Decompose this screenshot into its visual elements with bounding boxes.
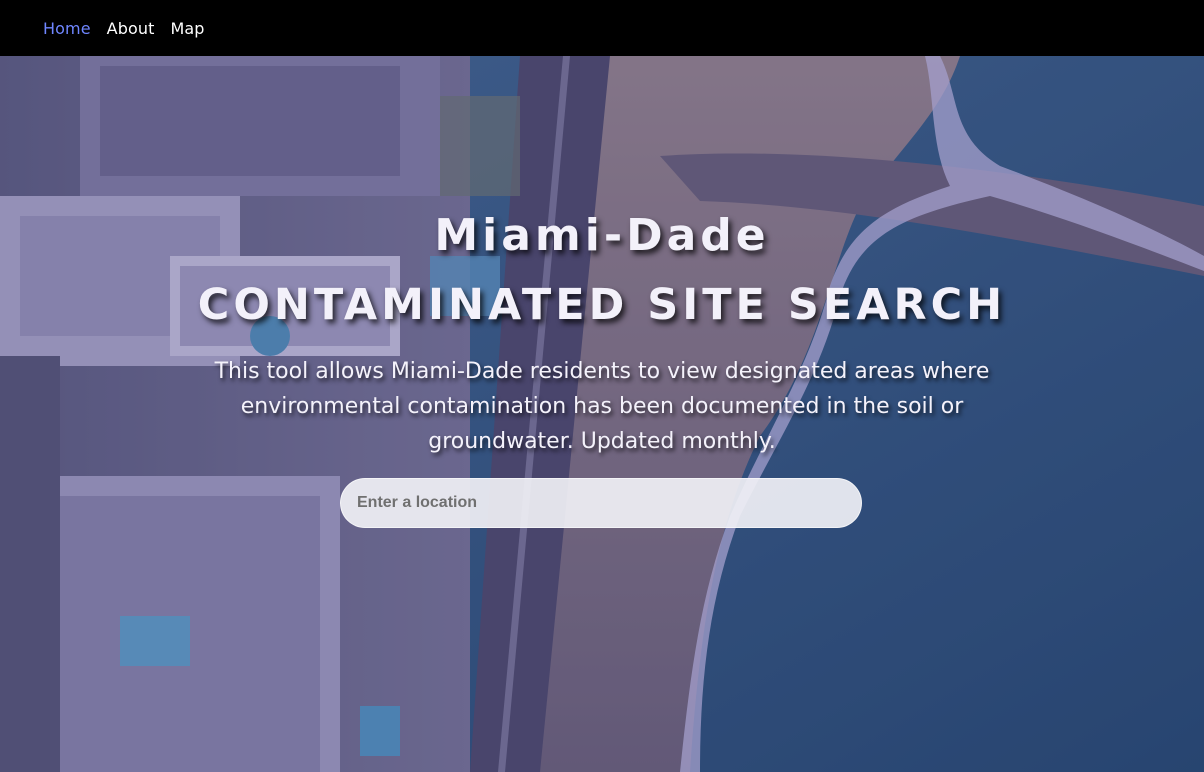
- top-navbar: Home About Map: [0, 0, 1204, 56]
- hero-section: Miami-Dade CONTAMINATED SITE SEARCH This…: [0, 56, 1204, 772]
- hero-title-region: Miami-Dade: [434, 210, 770, 261]
- nav-about-link[interactable]: About: [107, 19, 155, 38]
- hero-description: This tool allows Miami-Dade residents to…: [214, 359, 990, 454]
- nav-home-link[interactable]: Home: [43, 19, 91, 38]
- nav-map-link[interactable]: Map: [170, 19, 204, 38]
- hero-title-main: CONTAMINATED SITE SEARCH: [197, 280, 1007, 330]
- location-search-input[interactable]: [340, 478, 862, 528]
